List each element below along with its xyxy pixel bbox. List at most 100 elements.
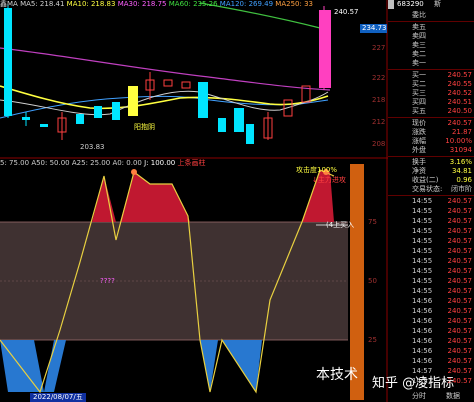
footer-left-tab[interactable]: 分时 bbox=[412, 392, 426, 401]
tick-price: 240.57 bbox=[447, 237, 473, 245]
tick-price: 240.57 bbox=[447, 267, 473, 275]
tick-price: 240.57 bbox=[447, 277, 473, 285]
bid-row[interactable]: 买五 240.50 bbox=[388, 107, 474, 116]
stat-row: 收益(二) 0.96 bbox=[412, 176, 472, 184]
ask-row[interactable]: 卖三 bbox=[388, 41, 474, 50]
tick-time: 14:55 bbox=[412, 267, 433, 275]
tick-row: 14:56 240.57 bbox=[388, 317, 474, 326]
tick-row: 14:56 240.57 bbox=[388, 337, 474, 346]
ask-row[interactable]: 卖二 bbox=[388, 50, 474, 59]
footer-right-tab[interactable]: 数据 bbox=[446, 392, 460, 401]
tick-price: 240.57 bbox=[447, 287, 473, 295]
indicator-marker: ???? bbox=[100, 277, 115, 285]
tick-time: 14:56 bbox=[412, 337, 433, 345]
ind-axis-tick: 50 bbox=[368, 277, 377, 285]
ask-row[interactable]: 卖五 bbox=[388, 23, 474, 32]
tick-time: 14:56 bbox=[412, 327, 433, 335]
tick-row: 14:55 240.57 bbox=[388, 257, 474, 266]
indicator-header: 5: 75.00 A50: 50.00 A25: 25.00 A0: 0.00 … bbox=[0, 159, 205, 168]
tick-time: 14:56 bbox=[412, 347, 433, 355]
tick-price: 240.57 bbox=[447, 317, 473, 325]
tick-row: 14:56 240.57 bbox=[388, 297, 474, 306]
tick-price: 240.57 bbox=[447, 207, 473, 215]
ind-param: 上条画柱 bbox=[177, 159, 206, 167]
tick-time: 14:56 bbox=[412, 307, 433, 315]
date-label: 2022/08/07/五 bbox=[30, 393, 86, 402]
ma10-line bbox=[0, 90, 329, 116]
tick-price: 240.57 bbox=[447, 337, 473, 345]
tick-price: 240.57 bbox=[447, 357, 473, 365]
tick-row: 14:55 240.57 bbox=[388, 207, 474, 216]
tick-time: 14:55 bbox=[412, 227, 433, 235]
tick-price: 240.57 bbox=[447, 307, 473, 315]
ind-param: A50: 50.00 bbox=[31, 159, 70, 167]
code-marker bbox=[388, 0, 394, 9]
tick-time: 14:56 bbox=[412, 317, 433, 325]
bid-row[interactable]: 买一 240.57 bbox=[388, 71, 474, 80]
bid-row[interactable]: 买四 240.51 bbox=[388, 98, 474, 107]
ind-red-area-2 bbox=[120, 172, 190, 222]
ma-header: 鑫MA MA5: 218.41 MA10: 218.83 MA30: 218.7… bbox=[0, 0, 313, 9]
candle-note: 阳抱阴 bbox=[134, 123, 155, 131]
stat-row: 涨跌 21.87 bbox=[412, 128, 472, 136]
tick-time: 14:56 bbox=[412, 357, 433, 365]
tick-price: 240.57 bbox=[447, 217, 473, 225]
ind-param: J: 100.00 bbox=[144, 159, 176, 167]
stat-row: 涨幅 10.00% bbox=[412, 137, 472, 145]
trade-status: 交易状态: 闭市阶 bbox=[412, 185, 472, 193]
tick-price: 240.57 bbox=[447, 247, 473, 255]
tick-row: 14:55 240.57 bbox=[388, 267, 474, 276]
axis-tick: 222 bbox=[372, 74, 386, 82]
tick-time: 14:55 bbox=[412, 197, 433, 205]
tick-row: 14:56 240.57 bbox=[388, 357, 474, 366]
tick-price: 240.57 bbox=[447, 327, 473, 335]
tick-row: 14:55 240.57 bbox=[388, 197, 474, 206]
bid-row[interactable]: 买三 240.52 bbox=[388, 89, 474, 98]
axis-tick: 227 bbox=[372, 44, 386, 52]
attack-signal: ↓主力进攻 bbox=[312, 176, 346, 184]
bid-row[interactable]: 买二 240.55 bbox=[388, 80, 474, 89]
ind-axis-tick: 75 bbox=[368, 218, 377, 226]
ind-blue-area-1 bbox=[0, 340, 66, 392]
ind-red-area-1 bbox=[92, 176, 116, 222]
tick-row: 14:55 240.57 bbox=[388, 277, 474, 286]
attack-label: 攻击度100% bbox=[296, 166, 338, 174]
right-price-box: 234.73 bbox=[362, 24, 387, 32]
ma250-label: MA250: 33 bbox=[275, 0, 313, 8]
ind-blue-area-3 bbox=[222, 340, 262, 392]
kline-chart[interactable] bbox=[0, 0, 388, 402]
ind-param: 5: 75.00 bbox=[0, 159, 30, 167]
tick-row: 14:55 240.57 bbox=[388, 247, 474, 256]
tick-row: 14:55 240.57 bbox=[388, 287, 474, 296]
candles bbox=[4, 4, 331, 144]
tick-row: 14:55 240.57 bbox=[388, 227, 474, 236]
ma10-label: MA10: 218.83 bbox=[66, 0, 116, 8]
ma120-line bbox=[0, 47, 331, 91]
ind-param: A25: 25.00 bbox=[71, 159, 111, 167]
axis-tick: 208 bbox=[372, 140, 386, 148]
axis-tick: 212 bbox=[372, 118, 386, 126]
tick-price: 240.57 bbox=[447, 347, 473, 355]
quote-panel: 683290 斯 委比 卖五 卖四 卖三 卖二 卖一 买一 240.57 买二 24… bbox=[388, 0, 474, 402]
ask-row[interactable]: 卖四 bbox=[388, 32, 474, 41]
ma120-label: MA120: 269.49 bbox=[219, 0, 274, 8]
tick-time: 14:56 bbox=[412, 297, 433, 305]
tick-time: 14:55 bbox=[412, 237, 433, 245]
stock-code[interactable]: 683290 bbox=[397, 0, 424, 9]
tick-time: 14:55 bbox=[412, 207, 433, 215]
tick-time: 14:55 bbox=[412, 257, 433, 265]
ma30-line bbox=[0, 85, 329, 110]
tick-price: 240.57 bbox=[447, 197, 473, 205]
ind-param: A0: 0.00 bbox=[112, 159, 142, 167]
stock-suffix: 斯 bbox=[434, 0, 441, 8]
ma30-label: MA30: 218.75 bbox=[117, 0, 167, 8]
stat-row: 现价 240.57 bbox=[412, 119, 472, 127]
high-price-label: 240.57 bbox=[334, 8, 359, 16]
ind-axis-tick: 25 bbox=[368, 336, 377, 344]
watermark-text: 本技术 bbox=[316, 367, 358, 383]
tick-row: 14:55 240.57 bbox=[388, 237, 474, 246]
ask-row[interactable]: 卖一 bbox=[388, 59, 474, 68]
tick-price: 240.57 bbox=[447, 297, 473, 305]
zhihu-watermark: 知乎 @凌指标 bbox=[372, 376, 455, 391]
tick-row: 14:56 240.57 bbox=[388, 327, 474, 336]
